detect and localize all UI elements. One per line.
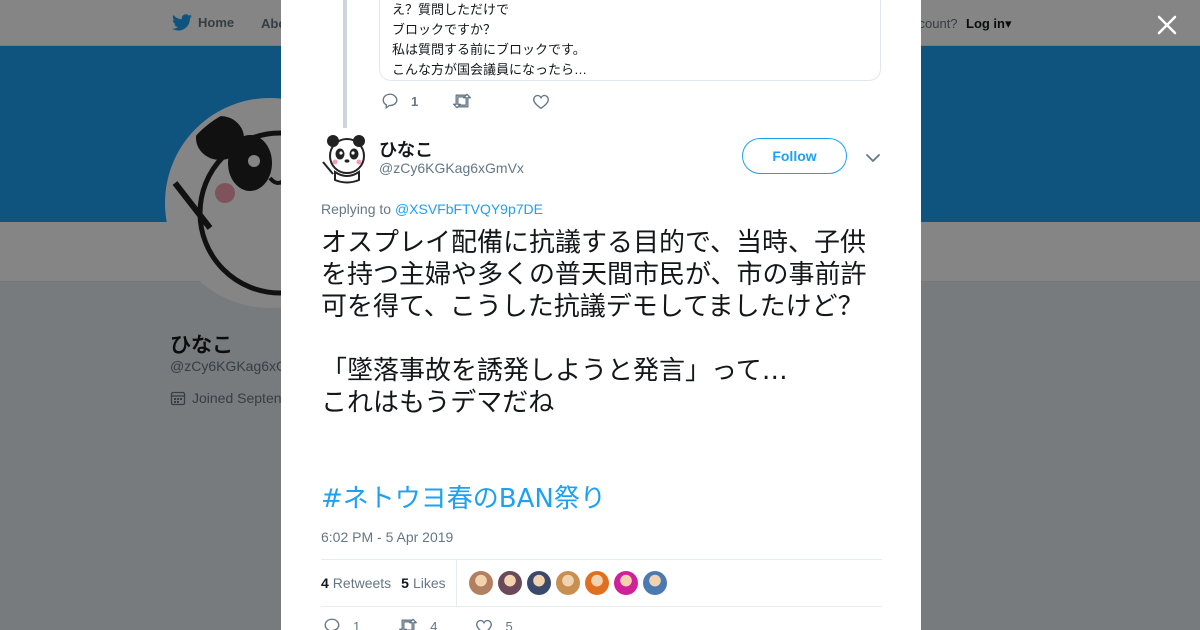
- reply-icon: [324, 618, 340, 630]
- retweets-stat[interactable]: 4 Retweets: [321, 575, 391, 591]
- liker-avatar[interactable]: [642, 571, 667, 595]
- retweet-button[interactable]: 4: [398, 617, 437, 630]
- panda-avatar-icon[interactable]: [321, 132, 369, 184]
- author-name[interactable]: ひなこ: [379, 136, 433, 162]
- like-count: 5: [505, 618, 513, 630]
- liker-avatar[interactable]: [497, 571, 522, 595]
- previous-tweet-line: え？質問しただけで: [392, 2, 510, 17]
- replying-prefix: Replying to: [321, 201, 392, 217]
- previous-tweet-line: ブロックですか？: [392, 22, 497, 37]
- liker-avatar[interactable]: [526, 571, 551, 595]
- author-handle[interactable]: @zCy6KGKag6xGmVx: [379, 160, 524, 176]
- liker-avatar[interactable]: [468, 571, 493, 595]
- tweet-timestamp[interactable]: 6:02 PM - 5 Apr 2019: [321, 529, 453, 545]
- stats-divider: [455, 560, 457, 606]
- reply-count: 1: [353, 618, 361, 630]
- liker-avatar[interactable]: [613, 571, 638, 595]
- follow-button[interactable]: Follow: [742, 138, 847, 174]
- chevron-down-icon[interactable]: [865, 150, 881, 166]
- replying-to: Replying to @XSVFbFTVQY9p7DE: [321, 201, 543, 217]
- previous-tweet-card[interactable]: え？質問しただけで ブロックですか？ 私は質問する前にブロックです。 こんな方が…: [379, 0, 881, 81]
- previous-tweet-line: 私は質問する前にブロックです。: [392, 42, 586, 57]
- retweets-count: 4: [321, 575, 329, 591]
- liker-avatar[interactable]: [555, 571, 580, 595]
- likes-stat[interactable]: 5 Likes: [401, 575, 445, 591]
- reply-button[interactable]: 1: [323, 617, 360, 630]
- tweet-text: オスプレイ配備に抗議する目的で、当時、子供を持つ主婦や多くの普天間市民が、市の事…: [321, 228, 867, 418]
- previous-retweet-button[interactable]: [452, 92, 484, 110]
- close-icon[interactable]: [1155, 13, 1179, 37]
- thread-connector-line: [343, 0, 347, 128]
- like-button[interactable]: 5: [475, 618, 513, 630]
- liker-avatar[interactable]: [584, 571, 609, 595]
- previous-like-button[interactable]: [532, 93, 562, 110]
- hashtag-link[interactable]: #ネトウヨ春のBAN祭り: [321, 482, 606, 516]
- reply-icon: [382, 93, 398, 110]
- previous-reply-button[interactable]: 1: [381, 92, 418, 110]
- tweet-modal: え？質問しただけで ブロックですか？ 私は質問する前にブロックです。 こんな方が…: [281, 0, 921, 630]
- heart-icon: [533, 94, 550, 109]
- previous-reply-count: 1: [411, 93, 419, 109]
- tweet-actions: 1 4 5: [323, 617, 551, 630]
- heart-icon: [476, 619, 493, 630]
- likes-count: 5: [401, 575, 409, 591]
- retweet-icon: [453, 93, 472, 109]
- retweet-icon: [399, 618, 418, 630]
- tweet-stats: 4 Retweets 5 Likes: [321, 559, 882, 607]
- previous-tweet-actions: 1: [381, 92, 588, 110]
- tweet-author: ひなこ @zCy6KGKag6xGmVx Follow: [321, 132, 881, 188]
- previous-tweet-line: こんな方が国会議員になったら…: [392, 62, 588, 77]
- likes-label: Likes: [412, 575, 446, 591]
- retweet-count: 4: [430, 618, 438, 630]
- retweets-label: Retweets: [332, 575, 392, 591]
- replying-to-link[interactable]: @XSVFbFTVQY9p7DE: [395, 201, 543, 217]
- liker-avatars: [468, 571, 672, 595]
